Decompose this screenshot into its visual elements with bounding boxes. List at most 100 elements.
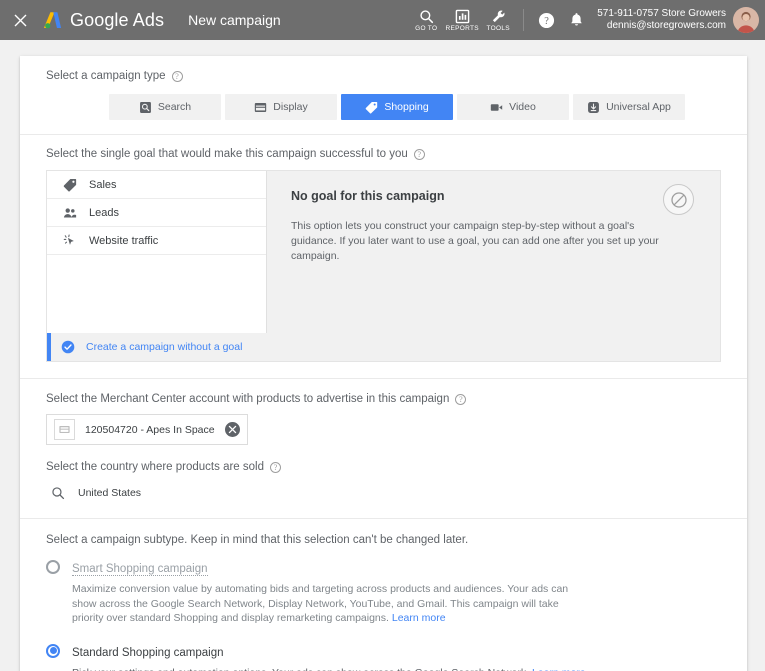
campaign-type-help-icon[interactable]: ?: [171, 70, 183, 82]
goal-item-label: Sales: [89, 178, 117, 191]
tab-shopping[interactable]: Shopping: [341, 94, 453, 120]
search-icon: [420, 9, 433, 23]
help-icon: ?: [538, 12, 554, 28]
tab-search[interactable]: Search: [109, 94, 221, 120]
video-camera-icon: [490, 103, 503, 111]
bar-chart-icon: [455, 9, 470, 23]
create-campaign-without-goal-option[interactable]: Create a campaign without a goal: [47, 333, 267, 361]
country-value: United States: [78, 487, 142, 499]
country-label-row: Select the country where products are so…: [46, 461, 721, 473]
merchant-account-field[interactable]: 120504720 - Apes In Space: [46, 414, 248, 445]
merchant-help-icon[interactable]: ?: [455, 393, 467, 405]
standard-shopping-learn-more-link[interactable]: Learn more: [532, 667, 586, 671]
tab-video-label: Video: [509, 101, 536, 113]
tab-display-label: Display: [273, 101, 308, 113]
merchant-label-row: Select the Merchant Center account with …: [46, 393, 721, 405]
brand-label: Google Ads: [70, 9, 165, 30]
goal-help-icon[interactable]: ?: [413, 148, 425, 160]
display-icon: [255, 102, 267, 112]
subtype-option-body: Smart Shopping campaign Maximize convers…: [72, 559, 588, 626]
smart-shopping-learn-more-link[interactable]: Learn more: [392, 612, 446, 624]
goal-selector: Sales Leads Website traffic No goal for …: [46, 170, 721, 362]
svg-text:?: ?: [544, 15, 549, 26]
campaign-type-tabs: Search Display Shopping Video Universal …: [46, 94, 721, 120]
close-icon[interactable]: [0, 0, 40, 40]
store-icon: [54, 419, 75, 440]
goal-detail-description: This option lets you construct your camp…: [291, 220, 659, 262]
bell-icon: [570, 13, 582, 26]
wrench-icon: [492, 10, 505, 22]
price-tag-icon: [365, 101, 378, 114]
goal-detail-panel: No goal for this campaign This option le…: [267, 171, 720, 361]
user-avatar-icon: [733, 7, 759, 33]
top-app-bar: Google Ads New campaign GO TO REPORTS TO…: [0, 0, 765, 40]
tab-shopping-label: Shopping: [384, 101, 429, 113]
subtype-smart-shopping-desc-text: Maximize conversion value by automating …: [72, 583, 569, 624]
merchant-center-section: Select the Merchant Center account with …: [20, 379, 747, 518]
clear-circle-icon[interactable]: [225, 422, 240, 437]
country-help-icon[interactable]: ?: [269, 461, 281, 473]
cursor-click-icon: [63, 234, 74, 245]
subtype-option-smart-shopping[interactable]: Smart Shopping campaign Maximize convers…: [46, 559, 721, 626]
clear-glyph: [228, 425, 237, 434]
page-title: New campaign: [188, 12, 281, 28]
campaign-type-label-row: Select a campaign type ?: [46, 70, 721, 82]
subtype-smart-shopping-title: Smart Shopping campaign: [72, 563, 208, 576]
country-label: Select the country where products are so…: [46, 461, 264, 473]
app-download-icon: [588, 101, 600, 113]
notifications-button[interactable]: [561, 0, 591, 40]
people-icon: [63, 207, 77, 218]
subtype-option-standard-shopping[interactable]: Standard Shopping campaign Pick your set…: [46, 643, 721, 671]
search-box-icon: [139, 101, 151, 113]
google-ads-logo-icon: [43, 11, 62, 28]
goal-item-website-traffic[interactable]: Website traffic: [47, 227, 266, 255]
tools-button[interactable]: TOOLS: [480, 0, 516, 40]
go-to-label: GO TO: [415, 24, 438, 32]
merchant-label: Select the Merchant Center account with …: [46, 393, 450, 405]
google-ads-logo[interactable]: Google Ads: [42, 10, 164, 31]
divider: [523, 9, 525, 31]
check-circle-icon: [61, 340, 75, 354]
store-glyph: [59, 425, 70, 434]
page-body: Select a campaign type ? Search Display …: [0, 40, 765, 671]
avatar[interactable]: [733, 7, 759, 33]
top-bar-actions: GO TO REPORTS TOOLS ? 571-911-0757 Store…: [408, 0, 765, 40]
no-entry-icon: [663, 184, 694, 215]
subtype-standard-shopping-description: Pick your settings and automation option…: [72, 666, 586, 671]
tab-search-label: Search: [157, 101, 192, 113]
price-tag-icon: [63, 178, 77, 191]
account-email: dennis@storegrowers.com: [606, 20, 726, 31]
tab-display[interactable]: Display: [225, 94, 337, 120]
goal-label: Select the single goal that would make t…: [46, 148, 408, 160]
account-info[interactable]: 571-911-0757 Store Growers dennis@storeg…: [597, 8, 726, 32]
search-icon: [52, 487, 65, 500]
go-to-button[interactable]: GO TO: [408, 0, 444, 40]
reports-button[interactable]: REPORTS: [444, 0, 480, 40]
create-campaign-without-goal-label: Create a campaign without a goal: [86, 341, 243, 353]
reports-label: REPORTS: [445, 24, 479, 32]
tab-universal-app[interactable]: Universal App: [573, 94, 685, 120]
goal-item-leads[interactable]: Leads: [47, 199, 266, 227]
subtype-standard-shopping-desc-text: Pick your settings and automation option…: [72, 667, 529, 671]
subtype-smart-shopping-description: Maximize conversion value by automating …: [72, 582, 588, 626]
tab-video[interactable]: Video: [457, 94, 569, 120]
account-id-name: 571-911-0757 Store Growers: [597, 8, 726, 19]
campaign-type-label: Select a campaign type: [46, 70, 166, 82]
new-campaign-card: Select a campaign type ? Search Display …: [20, 56, 747, 671]
country-select-field[interactable]: United States: [46, 486, 721, 500]
subtype-label: Select a campaign subtype. Keep in mind …: [46, 534, 469, 546]
goal-section: Select the single goal that would make t…: [20, 135, 747, 378]
goal-item-label: Leads: [89, 206, 119, 219]
goal-label-row: Select the single goal that would make t…: [46, 148, 721, 160]
radio-standard-shopping[interactable]: [46, 643, 60, 658]
goal-item-label: Website traffic: [89, 234, 159, 247]
campaign-subtype-section: Select a campaign subtype. Keep in mind …: [20, 519, 747, 671]
goal-detail-title: No goal for this campaign: [291, 189, 445, 203]
help-button[interactable]: ?: [531, 0, 561, 40]
radio-smart-shopping[interactable]: [46, 560, 60, 574]
merchant-account-value: 120504720 - Apes In Space: [85, 423, 215, 436]
goal-item-sales[interactable]: Sales: [47, 171, 266, 199]
campaign-type-section: Select a campaign type ? Search Display …: [20, 56, 747, 134]
tools-label: TOOLS: [486, 24, 510, 32]
subtype-standard-shopping-title: Standard Shopping campaign: [72, 646, 224, 659]
